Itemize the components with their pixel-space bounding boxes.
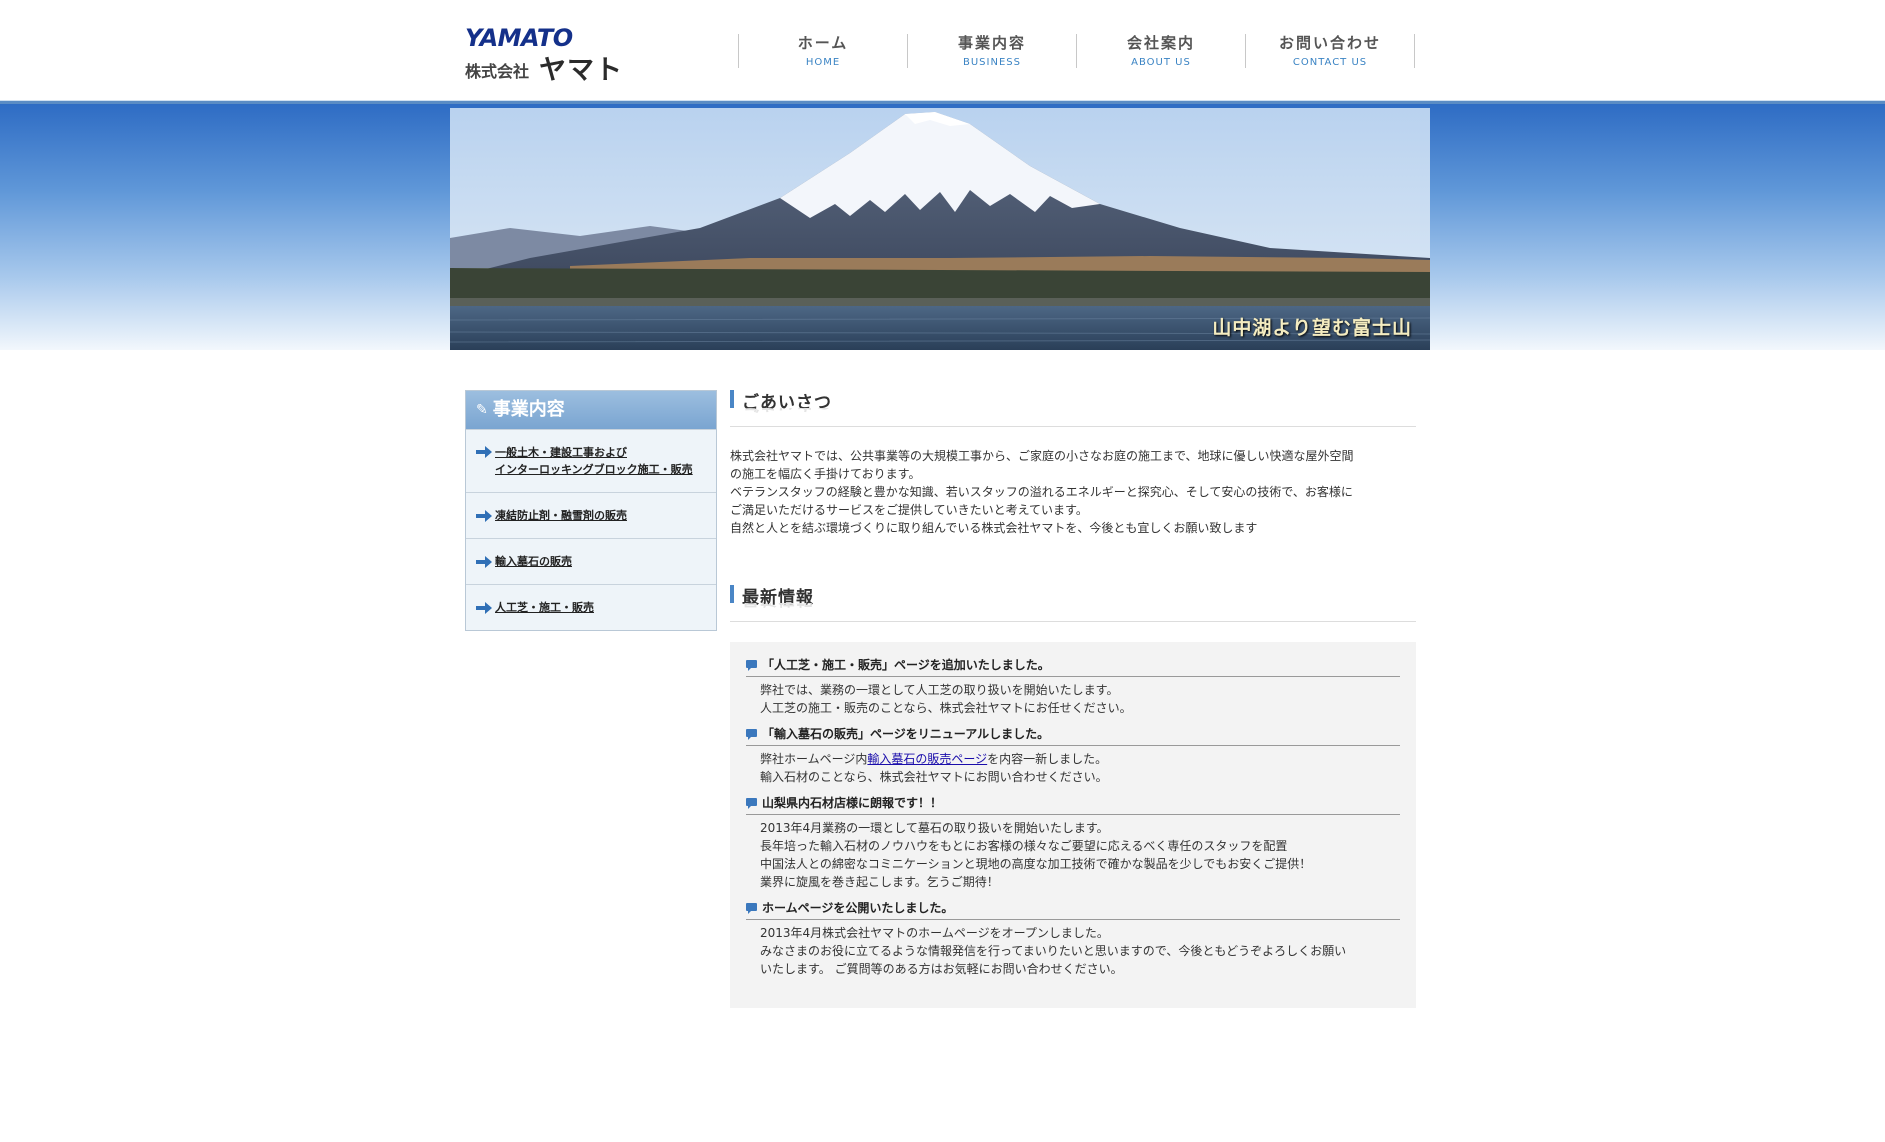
news-item: 「人工芝・施工・販売」ページを追加いたしました。 弊社では、業務の一環として人工…: [746, 656, 1400, 717]
news-title-text: 「人工芝・施工・販売」ページを追加いたしました。: [762, 658, 1050, 672]
news-list: 「人工芝・施工・販売」ページを追加いたしました。 弊社では、業務の一環として人工…: [730, 642, 1416, 1008]
nav-business[interactable]: 事業内容 BUSINESS: [907, 34, 1076, 68]
greeting-line: ご満足いただけるサービスをご提供していきたいと考えています。: [730, 503, 1088, 517]
arrow-right-icon: [476, 601, 492, 614]
news-title: ホームページを公開いたしました。: [746, 899, 1400, 920]
sidebar-item-civil-engineering[interactable]: 一般土木・建設工事および インターロッキングブロック施工・販売: [466, 429, 716, 492]
news-item: ホームページを公開いたしました。 2013年4月株式会社ヤマトのホームページをオ…: [746, 899, 1400, 978]
nav-label: ホーム: [797, 34, 849, 52]
nav-label: 会社案内: [1126, 34, 1195, 52]
news-line: 2013年4月株式会社ヤマトのホームページをオープンしました。: [760, 926, 1109, 940]
nav-about[interactable]: 会社案内 ABOUT US: [1076, 34, 1245, 68]
sidebar-menu: ✎ 事業内容 一般土木・建設工事および インターロッキングブロック施工・販売 凍…: [465, 390, 717, 631]
company-logo[interactable]: YAMATO 株式会社 ヤマト: [465, 24, 635, 86]
sidebar-item-antifreeze[interactable]: 凍結防止剤・融雪剤の販売: [466, 492, 716, 538]
news-title: 「人工芝・施工・販売」ページを追加いたしました。: [746, 656, 1400, 677]
nav-sublabel: CONTACT US: [1292, 57, 1368, 68]
section-title-reflection: 最新情報: [742, 603, 814, 613]
news-line: 2013年4月業務の一環として墓石の取り扱いを開始いたします。: [760, 821, 1109, 835]
greeting-line: 自然と人とを結ぶ環境づくりに取り組んでいる株式会社ヤマトを、今後とも宜しくお願い…: [730, 521, 1258, 535]
arrow-right-icon: [476, 555, 492, 568]
hero-caption: 山中湖より望む富士山: [1212, 317, 1412, 339]
gravestone-page-link[interactable]: 輸入墓石の販売ページ: [867, 752, 987, 766]
hero-image: 山中湖より望む富士山: [450, 108, 1430, 350]
site-header: YAMATO 株式会社 ヤマト ホーム HOME 事業内容 BUSINESS 会…: [0, 0, 1885, 104]
section-title-reflection: ごあいさつ: [742, 408, 832, 418]
nav-sublabel: HOME: [805, 57, 841, 68]
sidebar-item-label: インターロッキングブロック施工・販売: [495, 463, 693, 476]
sidebar-item-label: 輸入墓石の販売: [495, 555, 572, 568]
news-line-text: 弊社ホームページ内: [760, 752, 868, 766]
sidebar-item-label: 人工芝・施工・販売: [495, 601, 594, 614]
news-line: 業界に旋風を巻き起こします。乞うご期待！: [760, 875, 999, 889]
arrow-right-icon: [476, 446, 492, 458]
news-line: 長年培った輸入石材のノウハウをもとにお客様の様々なご要望に応えるべく専任のスタッ…: [760, 839, 1288, 853]
news-line: 中国法人との綿密なコミニケーションと現地の高度な加工技術で確かな製品を少しでもお…: [760, 857, 1312, 871]
sidebar-title: 事業内容: [492, 399, 565, 420]
greeting-line: ベテランスタッフの経験と豊かな知識、若いスタッフの溢れるエネルギーと探究心、そし…: [730, 485, 1353, 499]
speech-bubble-icon: [746, 660, 757, 671]
news-line: 弊社ホームページ内輸入墓石の販売ページを内容一新しました。: [760, 750, 1400, 768]
news-title-text: 山梨県内石材店様に朗報です！！: [762, 796, 943, 810]
news-title: 山梨県内石材店様に朗報です！！: [746, 794, 1400, 815]
pencil-icon: ✎: [476, 402, 488, 418]
nav-label: お問い合わせ: [1278, 34, 1381, 52]
speech-bubble-icon: [746, 903, 757, 914]
news-body: 弊社ホームページ内輸入墓石の販売ページを内容一新しました。 輸入石材のことなら、…: [746, 746, 1400, 786]
global-nav: ホーム HOME 事業内容 BUSINESS 会社案内 ABOUT US お問い…: [738, 34, 1415, 68]
news-title: 「輸入墓石の販売」ページをリニューアルしました。: [746, 725, 1400, 746]
news-title-text: ホームページを公開いたしました。: [762, 901, 954, 915]
logo-name: ヤマト: [539, 55, 623, 86]
news-body: 2013年4月株式会社ヤマトのホームページをオープンしました。 みなさまのお役に…: [746, 920, 1400, 978]
news-body: 弊社では、業務の一環として人工芝の取り扱いを開始いたします。 人工芝の施工・販売…: [746, 677, 1400, 717]
news-line: 弊社では、業務の一環として人工芝の取り扱いを開始いたします。: [760, 683, 1119, 697]
sidebar-item-label: 凍結防止剤・融雪剤の販売: [495, 509, 627, 522]
greeting-text: 株式会社ヤマトでは、公共事業等の大規模工事から、ご家庭の小さなお庭の施工まで、地…: [730, 447, 1416, 537]
greeting-line: 株式会社ヤマトでは、公共事業等の大規模工事から、ご家庭の小さなお庭の施工まで、地…: [730, 449, 1354, 463]
speech-bubble-icon: [746, 798, 757, 809]
heading-accent-bar: [730, 585, 734, 603]
greeting-line: の施工を幅広く手掛けております。: [730, 467, 921, 481]
news-item: 「輸入墓石の販売」ページをリニューアルしました。 弊社ホームページ内輸入墓石の販…: [746, 725, 1400, 786]
nav-label: 事業内容: [957, 34, 1026, 52]
sidebar-header: ✎ 事業内容: [466, 391, 716, 429]
news-line: みなさまのお役に立てるような情報発信を行ってまいりたいと思いますので、今後ともど…: [760, 944, 1347, 958]
news-line: 人工芝の施工・販売のことなら、株式会社ヤマトにお任せください。: [760, 701, 1132, 715]
main-content: ごあいさつ ごあいさつ 株式会社ヤマトでは、公共事業等の大規模工事から、ご家庭の…: [730, 390, 1416, 1008]
news-item: 山梨県内石材店様に朗報です！！ 2013年4月業務の一環として墓石の取り扱いを開…: [746, 794, 1400, 891]
news-heading: 最新情報 最新情報: [730, 585, 1416, 622]
speech-bubble-icon: [746, 729, 757, 740]
sidebar-item-gravestones[interactable]: 輸入墓石の販売: [466, 538, 716, 584]
nav-sublabel: ABOUT US: [1131, 57, 1191, 68]
nav-home[interactable]: ホーム HOME: [738, 34, 907, 68]
news-body: 2013年4月業務の一環として墓石の取り扱いを開始いたします。 長年培った輸入石…: [746, 815, 1400, 891]
arrow-right-icon: [476, 509, 492, 522]
news-line: いたします。 ご質問等のある方はお気軽にお問い合わせください。: [760, 962, 1123, 976]
news-line: 輸入石材のことなら、株式会社ヤマトにお問い合わせください。: [760, 770, 1108, 784]
logo-prefix: 株式会社: [465, 62, 530, 81]
news-line-text: を内容一新しました。: [987, 752, 1108, 766]
greeting-heading: ごあいさつ ごあいさつ: [730, 390, 1416, 427]
nav-sublabel: BUSINESS: [963, 57, 1021, 68]
news-title-text: 「輸入墓石の販売」ページをリニューアルしました。: [762, 727, 1050, 741]
nav-contact[interactable]: お問い合わせ CONTACT US: [1245, 34, 1415, 68]
sidebar-item-artificial-turf[interactable]: 人工芝・施工・販売: [466, 584, 716, 630]
heading-accent-bar: [730, 390, 734, 408]
sidebar-item-label: 一般土木・建設工事および: [495, 446, 627, 459]
